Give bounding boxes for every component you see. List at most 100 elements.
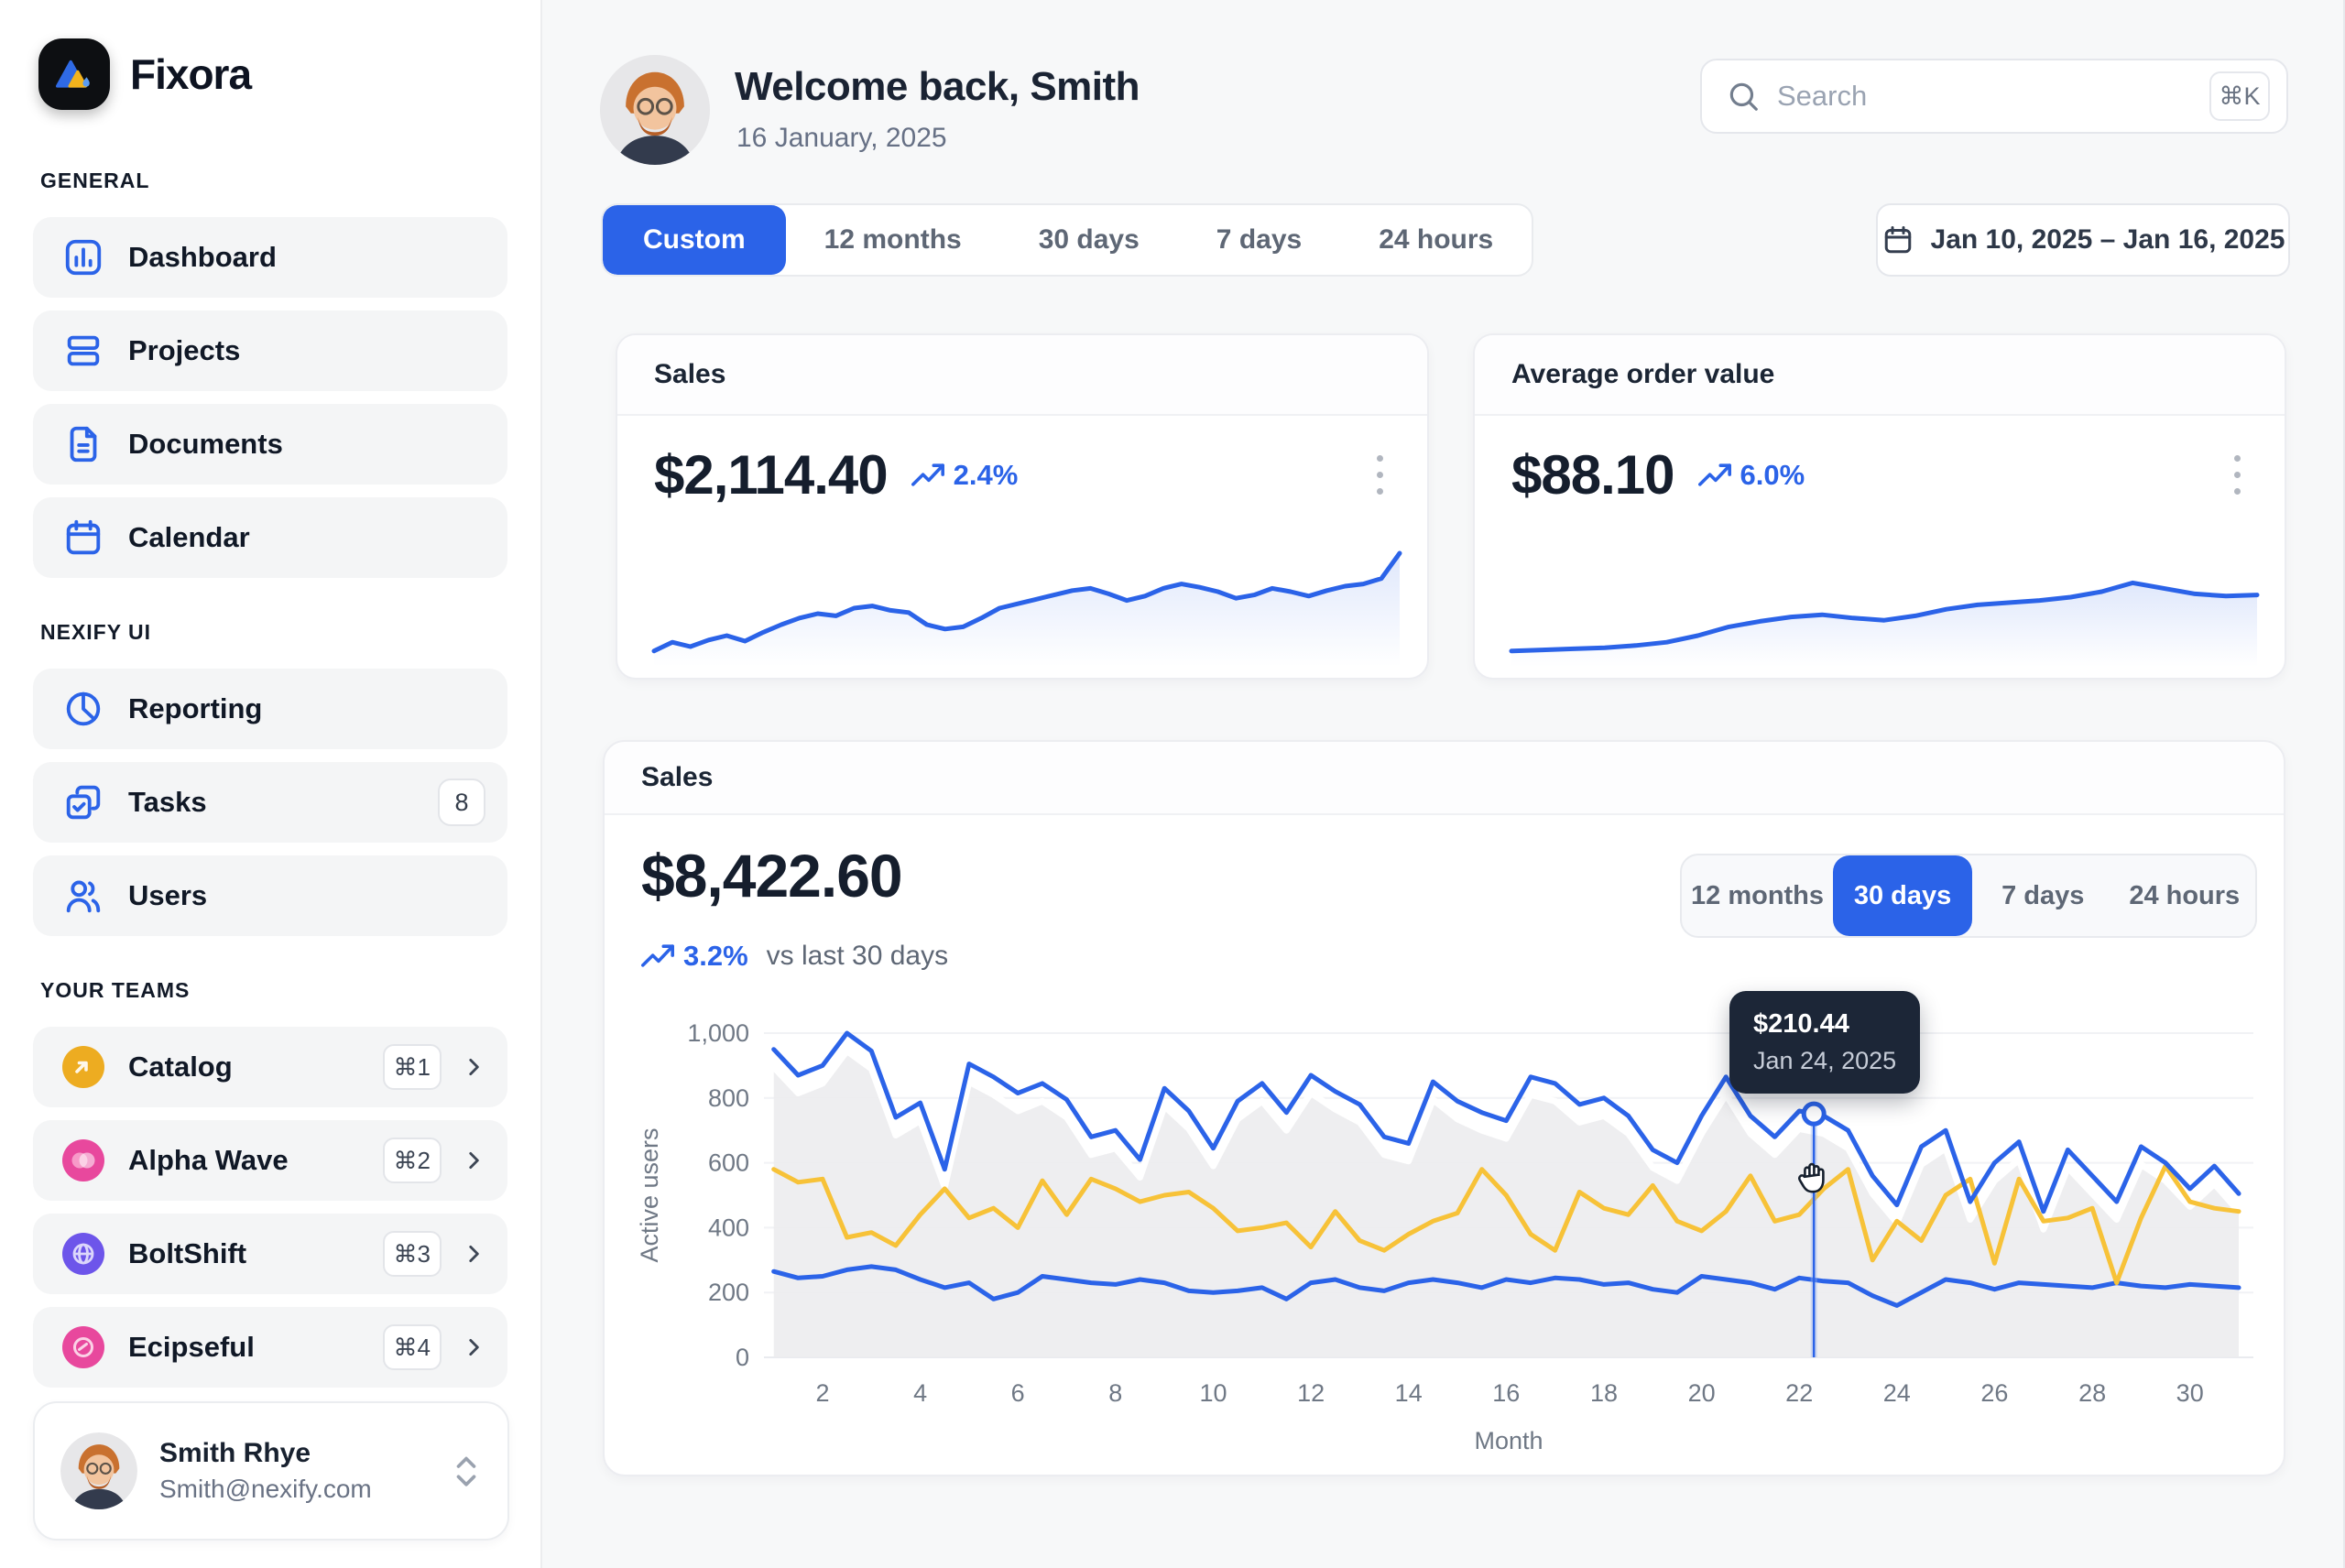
shortcut-badge: ⌘2 <box>383 1138 442 1183</box>
chevron-right-icon <box>462 1055 485 1079</box>
nav-nexify: Reporting Tasks 8 Users <box>33 669 507 936</box>
chart-tooltip: $210.44 Jan 24, 2025 <box>1729 991 1920 1094</box>
sidebar-item-dashboard[interactable]: Dashboard <box>33 217 507 298</box>
pie-chart-icon <box>62 688 104 730</box>
trend-value: 6.0% <box>1740 459 1805 492</box>
chevron-right-icon <box>462 1242 485 1266</box>
svg-text:12: 12 <box>1297 1379 1325 1407</box>
calendar-icon <box>1881 223 1914 256</box>
svg-text:Active users: Active users <box>636 1127 663 1262</box>
kpi-value-row: $88.10 6.0% <box>1511 443 1805 506</box>
sidebar-item-label: Documents <box>128 428 485 461</box>
chevron-up-down-icon <box>451 1451 482 1491</box>
chevron-right-icon <box>462 1149 485 1172</box>
sidebar-item-calendar[interactable]: Calendar <box>33 497 507 578</box>
section-title-general: GENERAL <box>40 169 507 193</box>
sidebar-item-team-boltshift[interactable]: BoltShift ⌘3 <box>33 1214 507 1294</box>
svg-text:6: 6 <box>1011 1379 1025 1407</box>
sidebar-item-team-ecipseful[interactable]: Ecipseful ⌘4 <box>33 1307 507 1388</box>
tab-custom[interactable]: Custom <box>603 205 786 275</box>
svg-text:800: 800 <box>708 1084 749 1112</box>
avatar <box>60 1432 137 1509</box>
shortcut-badge: ⌘3 <box>383 1231 442 1277</box>
tab-30-days[interactable]: 30 days <box>1000 205 1178 275</box>
svg-text:2: 2 <box>815 1379 829 1407</box>
sidebar-item-team-alpha-wave[interactable]: Alpha Wave ⌘2 <box>33 1120 507 1201</box>
tab-30-days[interactable]: 30 days <box>1833 855 1972 936</box>
trend-value: 2.4% <box>954 459 1019 492</box>
brand: Fixora <box>38 38 507 110</box>
main-content: Welcome back, Smith 16 January, 2025 ⌘K … <box>542 0 2345 1568</box>
tab-12-months[interactable]: 12 months <box>1682 855 1833 936</box>
sidebar-item-label: Tasks <box>128 786 438 819</box>
sales-kpi-card: Sales $2,114.40 2.4% <box>616 333 1429 680</box>
search-bar[interactable]: ⌘K <box>1700 59 2288 134</box>
kebab-menu-icon[interactable] <box>1359 441 1400 507</box>
sidebar-item-label: Calendar <box>128 521 485 554</box>
sidebar-item-projects[interactable]: Projects <box>33 310 507 391</box>
users-icon <box>62 875 104 917</box>
boltshift-team-icon <box>62 1233 104 1275</box>
sidebar-item-documents[interactable]: Documents <box>33 404 507 485</box>
page-date: 16 January, 2025 <box>736 123 947 154</box>
user-email: Smith@nexify.com <box>159 1475 451 1504</box>
sidebar-item-tasks[interactable]: Tasks 8 <box>33 762 507 843</box>
trend-up-icon <box>1698 463 1731 487</box>
svg-text:24: 24 <box>1883 1379 1911 1407</box>
time-range-tabs: Custom 12 months 30 days 7 days 24 hours <box>601 203 1533 277</box>
trend-up-icon <box>641 944 674 968</box>
svg-text:0: 0 <box>736 1344 749 1371</box>
tab-7-days[interactable]: 7 days <box>1972 855 2113 936</box>
sidebar-item-team-catalog[interactable]: Catalog ⌘1 <box>33 1027 507 1107</box>
fixora-logo-icon <box>38 38 110 110</box>
active-users-line-chart[interactable]: 02004006008001,0002468101214161820222426… <box>634 996 2274 1454</box>
user-name: Smith Rhye <box>159 1438 451 1469</box>
sidebar-item-label: Catalog <box>128 1051 383 1083</box>
svg-text:400: 400 <box>708 1214 749 1241</box>
aov-sparkline-chart <box>1506 537 2263 667</box>
rows-icon <box>62 330 104 372</box>
panel-value: $8,422.60 <box>641 841 902 910</box>
average-order-value-kpi-card: Average order value $88.10 6.0% <box>1473 333 2286 680</box>
panel-trend: 3.2% vs last 30 days <box>641 940 948 973</box>
section-title-nexify-ui: NEXIFY UI <box>40 620 507 645</box>
chevron-right-icon <box>462 1335 485 1359</box>
sidebar-item-label: Ecipseful <box>128 1331 383 1364</box>
shortcut-badge: ⌘1 <box>383 1044 442 1090</box>
svg-text:10: 10 <box>1199 1379 1227 1407</box>
header-avatar <box>600 55 710 165</box>
kpi-value: $2,114.40 <box>654 443 888 506</box>
sidebar-item-label: Alpha Wave <box>128 1144 383 1177</box>
sidebar-item-label: BoltShift <box>128 1237 383 1270</box>
tab-24-hours[interactable]: 24 hours <box>2114 855 2255 936</box>
tab-12-months[interactable]: 12 months <box>786 205 1000 275</box>
svg-text:18: 18 <box>1590 1379 1618 1407</box>
svg-text:Month: Month <box>1474 1427 1543 1454</box>
kebab-menu-icon[interactable] <box>2217 441 2257 507</box>
tab-24-hours[interactable]: 24 hours <box>1340 205 1532 275</box>
search-input[interactable] <box>1777 80 2209 113</box>
grab-cursor-icon <box>1792 1156 1836 1200</box>
svg-text:4: 4 <box>913 1379 927 1407</box>
panel-title: Sales <box>641 762 713 793</box>
sidebar-item-label: Reporting <box>128 692 485 725</box>
search-icon <box>1726 79 1761 114</box>
sales-sparkline-chart <box>649 537 1405 667</box>
svg-text:600: 600 <box>708 1149 749 1177</box>
tab-7-days[interactable]: 7 days <box>1178 205 1340 275</box>
date-range-picker[interactable]: Jan 10, 2025 – Jan 16, 2025 <box>1876 203 2290 277</box>
sidebar-item-users[interactable]: Users <box>33 855 507 936</box>
svg-text:14: 14 <box>1395 1379 1423 1407</box>
trend-up-icon <box>911 463 944 487</box>
sidebar-item-reporting[interactable]: Reporting <box>33 669 507 749</box>
svg-text:28: 28 <box>2078 1379 2106 1407</box>
svg-text:8: 8 <box>1108 1379 1122 1407</box>
card-title: Sales <box>654 359 725 390</box>
user-profile-card[interactable]: Smith Rhye Smith@nexify.com <box>33 1401 509 1541</box>
date-range-label: Jan 10, 2025 – Jan 16, 2025 <box>1931 224 2285 256</box>
tasks-count-badge: 8 <box>438 779 485 826</box>
tooltip-date: Jan 24, 2025 <box>1753 1047 1896 1075</box>
trend-value: 3.2% <box>683 940 748 973</box>
brand-name: Fixora <box>130 49 251 99</box>
sidebar-item-label: Dashboard <box>128 241 485 274</box>
